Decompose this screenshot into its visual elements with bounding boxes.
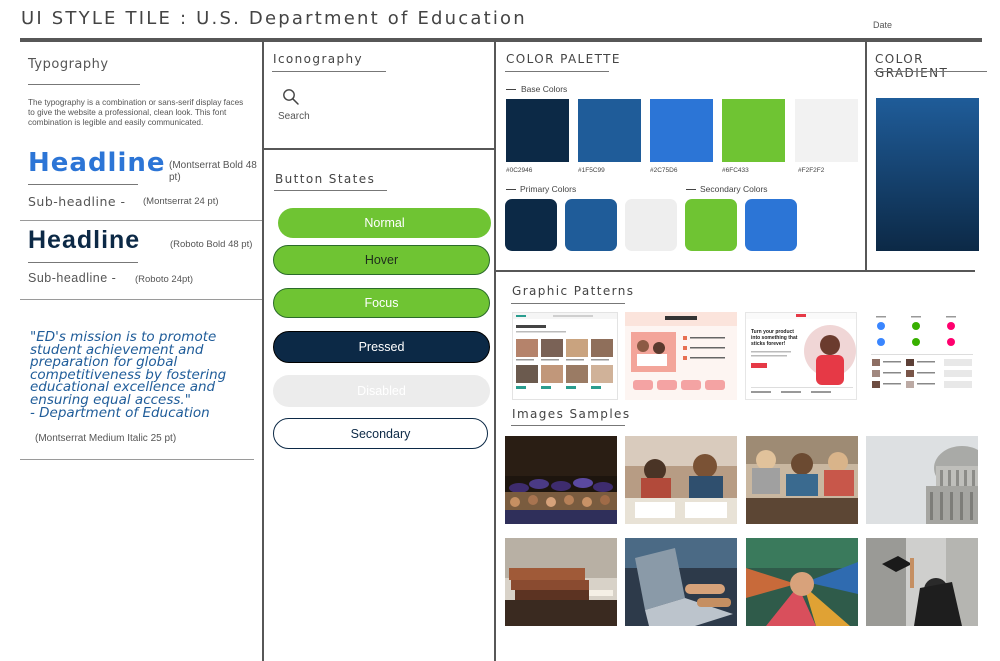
students-group-photo — [746, 436, 858, 524]
base-hex-label: #1F5C99 — [578, 167, 605, 174]
page-title: UI STYLE TILE : U.S. Department of Educa… — [21, 8, 527, 29]
subheadline-roboto-sample: Sub-headline - — [28, 271, 117, 285]
gradient-swatch — [876, 98, 979, 251]
pattern-headline-line: sticks forever! — [751, 341, 786, 347]
pattern-tile-product-landing: Turn your product into something that st… — [745, 312, 857, 400]
primary-colors-dash — [506, 189, 516, 190]
headline-montserrat-underline — [28, 184, 138, 185]
pressed-button[interactable]: Pressed — [273, 331, 490, 363]
subheadline-roboto-note: (Roboto 24pt) — [135, 274, 194, 285]
headline-roboto-note: (Roboto Bold 48 pt) — [170, 239, 253, 250]
headline-roboto-sample: Headline — [28, 226, 141, 254]
primary-colors-label: Primary Colors — [520, 184, 577, 194]
primary-swatch-light-gray — [625, 199, 677, 251]
graphic-patterns-underline — [511, 303, 625, 304]
secondary-button[interactable]: Secondary — [273, 418, 488, 449]
pattern-tile-pink-landing — [625, 312, 737, 400]
primary-swatch-navy — [505, 199, 557, 251]
base-swatch-light-gray — [795, 99, 858, 162]
typography-title-underline — [28, 84, 140, 85]
disabled-button: Disabled — [273, 375, 490, 407]
graphic-patterns-title: Graphic Patterns — [512, 284, 635, 298]
normal-button[interactable]: Normal — [278, 208, 491, 238]
color-gradient-underline — [874, 71, 987, 72]
quote-line: - Department of Education — [30, 404, 210, 421]
typography-divider-1 — [20, 220, 262, 221]
color-palette-underline — [505, 71, 609, 72]
subheadline-montserrat-sample: Sub-headline - — [28, 194, 126, 209]
base-swatch-green — [722, 99, 785, 162]
button-states-title: Button States — [275, 172, 376, 186]
hover-button[interactable]: Hover — [273, 245, 490, 275]
pattern-tile-dashboard — [866, 312, 978, 400]
base-swatch-bright-blue — [650, 99, 713, 162]
divider-palette-patterns — [495, 270, 975, 272]
base-hex-label: #0C2946 — [506, 167, 533, 174]
secondary-swatch-blue — [745, 199, 797, 251]
base-swatch-blue — [578, 99, 641, 162]
divider-buttons-palette — [494, 42, 496, 661]
graduation-photo — [505, 436, 617, 524]
date-label: Date — [873, 20, 893, 30]
base-hex-label: #6FC433 — [722, 167, 749, 174]
base-swatch-navy — [506, 99, 569, 162]
laptop-photo — [625, 538, 737, 626]
focus-button[interactable]: Focus — [273, 288, 490, 318]
divider-palette-gradient — [865, 42, 867, 271]
search-icon-label: Search — [278, 111, 310, 122]
typography-title: Typography — [28, 57, 109, 72]
divider-iconography-buttons — [263, 148, 495, 150]
typography-divider-2 — [20, 299, 262, 300]
image-samples-title: Images Samples — [512, 407, 631, 421]
search-icon[interactable] — [282, 88, 300, 106]
secondary-colors-dash — [686, 189, 696, 190]
primary-swatch-blue — [565, 199, 617, 251]
divider-typography-bottom — [20, 459, 254, 460]
base-colors-dash — [506, 89, 516, 90]
pattern-tile-education-site — [512, 312, 618, 400]
subheadline-montserrat-note: (Montserrat 24 pt) — [143, 196, 219, 207]
color-gradient-title: COLOR GRADIENT — [875, 52, 949, 80]
base-hex-label: #F2F2F2 — [798, 167, 825, 174]
mission-quote: "ED's mission is to promote student achi… — [30, 330, 250, 421]
books-photo — [505, 538, 617, 626]
header-divider — [20, 38, 982, 42]
base-hex-label: #2C75D6 — [650, 167, 678, 174]
image-samples-underline — [511, 425, 625, 426]
iconography-title-underline — [272, 71, 386, 72]
typography-description: The typography is a combination or sans-… — [28, 98, 244, 127]
students-writing-photo — [625, 436, 737, 524]
iconography-title: Iconography — [273, 52, 364, 66]
quote-font-note: (Montserrat Medium Italic 25 pt) — [35, 433, 177, 444]
base-colors-label: Base Colors — [521, 84, 568, 94]
headline-roboto-underline — [28, 262, 138, 263]
hands-together-photo — [746, 538, 858, 626]
color-palette-title: COLOR PALETTE — [506, 52, 621, 66]
button-states-underline — [274, 190, 387, 191]
divider-typography-iconography — [262, 42, 264, 661]
secondary-swatch-green — [685, 199, 737, 251]
secondary-colors-label: Secondary Colors — [700, 184, 768, 194]
headline-montserrat-note: (Montserrat Bold 48 pt) — [169, 160, 257, 183]
capitol-dome-photo — [866, 436, 978, 524]
headline-montserrat-sample: Headline — [28, 148, 166, 178]
graduate-cap-photo — [866, 538, 978, 626]
